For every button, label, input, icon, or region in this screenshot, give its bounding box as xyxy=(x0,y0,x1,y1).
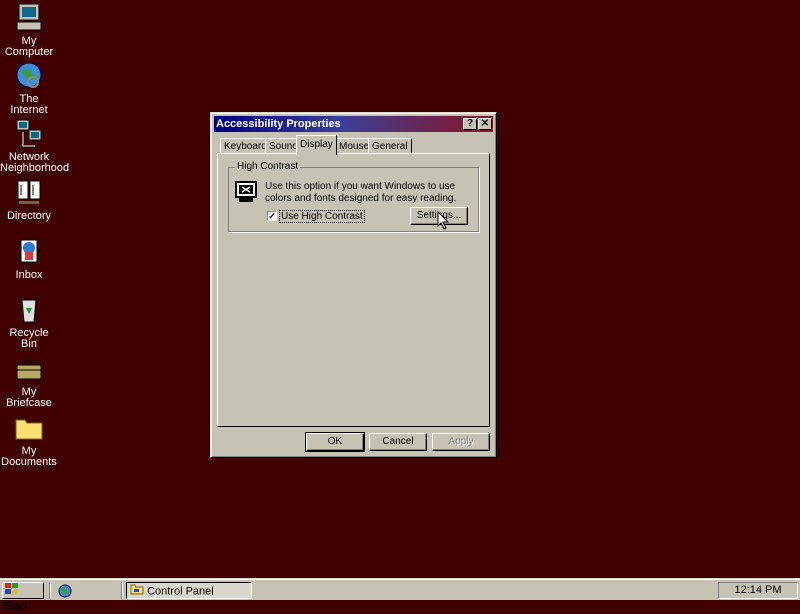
apply-button[interactable]: Apply xyxy=(432,433,490,451)
internet-globe-icon xyxy=(13,60,45,92)
inbox-icon xyxy=(13,236,45,268)
windows-logo-icon xyxy=(5,583,18,599)
use-high-contrast-label[interactable]: Use High Contrast xyxy=(279,210,365,223)
internet-explorer-quicklaunch-icon[interactable] xyxy=(57,583,73,602)
task-label: Control Panel xyxy=(147,585,214,598)
desktop-icon-recycle-bin[interactable]: Recycle Bin xyxy=(0,294,58,350)
quicklaunch-divider xyxy=(49,582,51,599)
title-bar[interactable]: Accessibility Properties ? ✕ xyxy=(214,116,493,132)
desktop-icon-inbox[interactable]: Inbox xyxy=(0,236,58,281)
accessibility-properties-window: Accessibility Properties ? ✕ Keyboard So… xyxy=(210,112,497,458)
desktop-icon-my-documents[interactable]: My Documents xyxy=(0,412,58,468)
briefcase-icon xyxy=(13,353,45,385)
control-panel-icon xyxy=(130,583,144,600)
desktop-icon-network-neighborhood[interactable]: Network Neighborhood xyxy=(0,118,70,174)
network-icon xyxy=(13,118,45,150)
desktop-icon-my-briefcase[interactable]: My Briefcase xyxy=(0,353,58,409)
window-title: Accessibility Properties xyxy=(216,118,341,130)
desktop-icon-label: The Internet xyxy=(10,93,48,116)
desktop-icon-label: Inbox xyxy=(15,269,43,281)
high-contrast-description: Use this option if you want Windows to u… xyxy=(265,181,457,204)
tab-display[interactable]: Display xyxy=(296,135,337,155)
tab-general[interactable]: General xyxy=(368,138,412,153)
help-button[interactable]: ? xyxy=(463,118,477,130)
desktop-icon-the-internet[interactable]: The Internet xyxy=(0,60,58,116)
computer-icon xyxy=(13,2,45,34)
start-label: Start xyxy=(3,600,29,612)
start-button[interactable]: Start xyxy=(2,582,44,612)
display-tab-panel: High Contrast Use this option if you wan… xyxy=(217,153,490,427)
desktop-icon-label: My Documents xyxy=(1,445,57,468)
group-title: High Contrast xyxy=(235,161,301,172)
directory-book-icon xyxy=(13,177,45,209)
mouse-pointer-icon xyxy=(437,210,451,234)
tab-keyboard[interactable]: Keyboard xyxy=(220,138,271,153)
recycle-bin-icon xyxy=(13,294,45,326)
desktop-icon-label: Directory xyxy=(6,210,51,222)
folder-icon xyxy=(13,412,45,444)
use-high-contrast-checkbox[interactable]: ✓ xyxy=(267,211,277,221)
system-tray: 12:14 PM xyxy=(718,582,798,599)
cancel-button[interactable]: Cancel xyxy=(369,433,427,451)
desktop-icon-directory[interactable]: Directory xyxy=(0,177,58,222)
ok-button[interactable]: OK xyxy=(305,432,365,452)
desktop-icon-label: My Computer xyxy=(4,35,54,58)
desktop-icon-label: Recycle Bin xyxy=(9,327,49,350)
high-contrast-monitor-icon xyxy=(235,181,257,206)
clock[interactable]: 12:14 PM xyxy=(734,584,781,596)
taskbar: Start Control Panel 12:14 PM xyxy=(0,578,800,612)
tasks-divider xyxy=(121,582,123,599)
task-control-panel[interactable]: Control Panel xyxy=(126,582,252,599)
desktop-icon-label: Network Neighborhood xyxy=(0,151,70,174)
desktop-icon-my-computer[interactable]: My Computer xyxy=(0,2,58,58)
desktop-icon-label: My Briefcase xyxy=(6,386,52,409)
close-button[interactable]: ✕ xyxy=(478,118,492,130)
